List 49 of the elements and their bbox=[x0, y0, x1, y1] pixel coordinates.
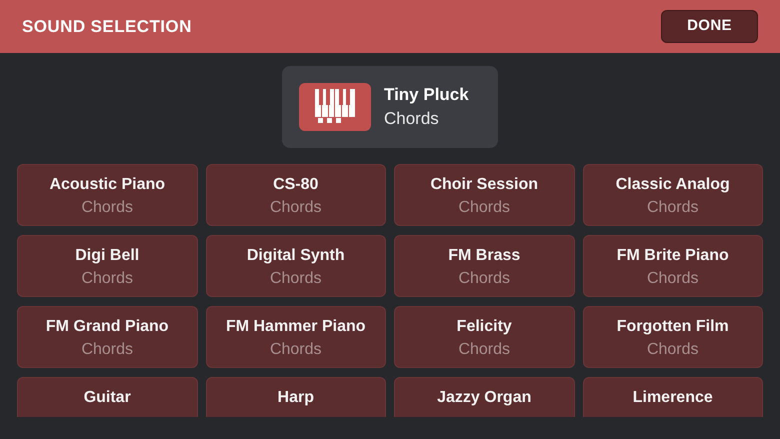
sound-category: Chords bbox=[81, 269, 134, 289]
sound-card[interactable]: CS-80 Chords bbox=[206, 164, 386, 226]
sound-card[interactable]: Choir Session Chords bbox=[394, 164, 574, 226]
sound-name: Harp bbox=[278, 388, 314, 408]
sound-card[interactable]: Felicity Chords bbox=[394, 306, 574, 368]
current-sound-name: Tiny Pluck bbox=[384, 84, 469, 106]
sound-category: Chords bbox=[270, 198, 322, 218]
sound-category: Chords bbox=[646, 198, 699, 218]
sound-name: FM Brass bbox=[448, 246, 520, 266]
sound-name: Classic Analog bbox=[616, 175, 730, 195]
sound-card[interactable]: Digi Bell Chords bbox=[17, 235, 198, 297]
sound-name: Guitar bbox=[84, 388, 131, 408]
sound-name: Felicity bbox=[456, 317, 512, 337]
sound-name: FM Hammer Piano bbox=[226, 317, 366, 337]
sound-name: FM Brite Piano bbox=[616, 246, 729, 266]
sound-category: Chords bbox=[458, 340, 510, 360]
sound-name: Digi Bell bbox=[75, 246, 140, 266]
sound-card[interactable]: FM Brite Piano Chords bbox=[582, 235, 763, 297]
sound-card[interactable]: Guitar bbox=[17, 377, 198, 417]
sound-card[interactable]: Forgotten Film Chords bbox=[582, 306, 763, 368]
screen-title: SOUND SELECTION bbox=[22, 16, 192, 38]
sound-card[interactable]: Limerence bbox=[582, 377, 763, 417]
sound-name: Forgotten Film bbox=[616, 317, 729, 337]
current-sound-category: Chords bbox=[384, 108, 440, 130]
sound-name: Choir Session bbox=[430, 175, 538, 195]
sound-category: Chords bbox=[458, 198, 510, 218]
sound-category: Chords bbox=[270, 340, 322, 360]
sound-category: Chords bbox=[81, 340, 134, 360]
sound-name: CS-80 bbox=[273, 175, 318, 195]
sound-card[interactable]: Classic Analog Chords bbox=[582, 164, 763, 226]
sound-category: Chords bbox=[646, 340, 699, 360]
sound-category: Chords bbox=[458, 269, 510, 289]
sound-card[interactable]: Harp bbox=[206, 377, 386, 417]
sound-category: Chords bbox=[270, 269, 322, 289]
sound-card[interactable]: FM Brass Chords bbox=[394, 235, 574, 297]
sound-name: Digital Synth bbox=[246, 246, 345, 266]
sound-card[interactable]: Acoustic Piano Chords bbox=[17, 164, 198, 226]
sound-category: Chords bbox=[81, 198, 134, 218]
sound-card[interactable]: Jazzy Organ bbox=[394, 377, 574, 417]
sound-name: FM Grand Piano bbox=[46, 317, 169, 337]
piano-keys-icon bbox=[299, 83, 371, 131]
sound-card[interactable]: FM Grand Piano Chords bbox=[17, 306, 198, 368]
sound-card[interactable]: Digital Synth Chords bbox=[206, 235, 386, 297]
sound-category: Chords bbox=[646, 269, 699, 289]
sound-card[interactable]: FM Hammer Piano Chords bbox=[206, 306, 386, 368]
done-button[interactable]: DONE bbox=[661, 10, 758, 43]
sound-name: Acoustic Piano bbox=[49, 175, 166, 195]
sound-name: Limerence bbox=[632, 388, 713, 408]
sound-name: Jazzy Organ bbox=[437, 388, 532, 408]
